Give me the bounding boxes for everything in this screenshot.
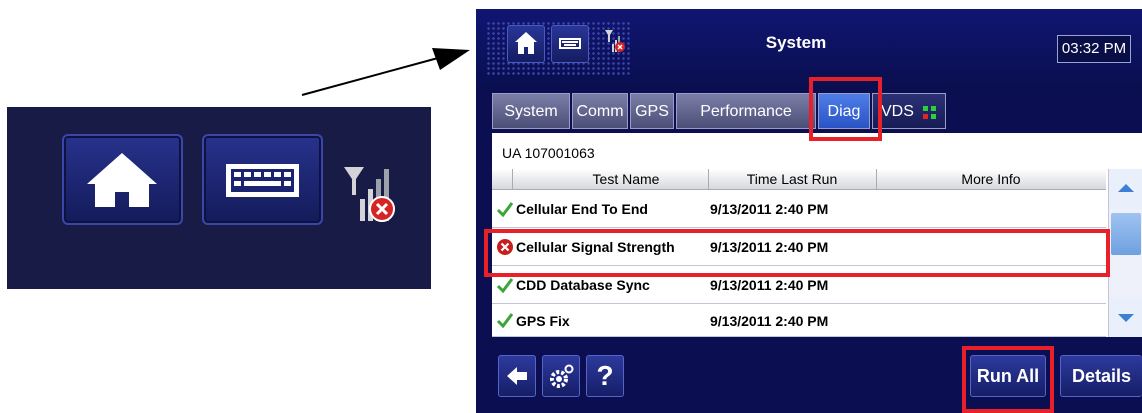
window-title: System <box>765 33 827 52</box>
keyboard-icon <box>559 38 581 49</box>
settings-button[interactable] <box>542 355 580 397</box>
scroll-thumb[interactable] <box>1111 213 1141 255</box>
tab-gps[interactable]: GPS <box>630 93 674 129</box>
check-icon <box>496 202 514 218</box>
column-divider <box>512 169 513 189</box>
home-button[interactable] <box>507 25 545 63</box>
test-time: 9/13/2011 2:40 PM <box>710 239 829 255</box>
chevron-up-icon <box>1118 184 1134 192</box>
diagnostics-panel: UA 107001063 Test Name Time Last Run Mor… <box>492 133 1142 337</box>
help-button[interactable]: ? <box>586 355 624 397</box>
signal-no-connection-icon <box>344 167 395 222</box>
test-name: Cellular End To End <box>516 201 648 217</box>
table-row[interactable]: GPS Fix 9/13/2011 2:40 PM <box>492 304 1106 337</box>
help-label: ? <box>596 360 614 391</box>
check-icon <box>496 313 514 329</box>
keyboard-icon <box>226 164 299 197</box>
unit-id: UA 107001063 <box>502 145 595 161</box>
tab-comm[interactable]: Comm <box>572 93 628 129</box>
back-button[interactable] <box>498 355 536 397</box>
details-button[interactable]: Details <box>1060 355 1142 397</box>
tab-performance[interactable]: Performance <box>676 93 816 129</box>
keyboard-button[interactable] <box>551 25 589 63</box>
device-screen: System 03:32 PM System Comm GPS Performa… <box>476 9 1142 413</box>
column-more-info[interactable]: More Info <box>876 171 1106 187</box>
clock: 03:32 PM <box>1057 35 1131 63</box>
column-test-name[interactable]: Test Name <box>556 171 696 187</box>
scrollbar[interactable] <box>1108 169 1142 337</box>
zoomed-keyboard-button <box>202 134 323 225</box>
arrow-left-icon <box>507 367 527 385</box>
error-icon <box>497 239 513 255</box>
test-name: GPS Fix <box>516 313 570 329</box>
check-icon <box>496 278 514 294</box>
chevron-down-icon <box>1118 314 1134 322</box>
table-header: Test Name Time Last Run More Info <box>492 169 1106 190</box>
test-time: 9/13/2011 2:40 PM <box>710 313 829 329</box>
status-dots-icon <box>923 106 937 120</box>
scroll-down-button[interactable] <box>1109 297 1142 337</box>
test-name: CDD Database Sync <box>516 277 650 293</box>
tab-diag[interactable]: Diag <box>818 93 870 129</box>
test-time: 9/13/2011 2:40 PM <box>710 277 829 293</box>
gear-icon <box>550 364 574 388</box>
zoomed-home-button <box>62 134 183 225</box>
zoomed-toolbar-inset <box>7 107 431 289</box>
signal-no-connection-icon[interactable] <box>604 29 626 53</box>
tab-vds-label: VDS <box>881 103 914 120</box>
test-name: Cellular Signal Strength <box>516 239 675 255</box>
scroll-up-button[interactable] <box>1109 169 1142 209</box>
tab-vds[interactable]: VDS <box>872 93 946 129</box>
tab-system[interactable]: System <box>492 93 570 129</box>
table-row[interactable]: Cellular Signal Strength 9/13/2011 2:40 … <box>492 228 1106 266</box>
column-time-last-run[interactable]: Time Last Run <box>708 171 876 187</box>
top-bar: System 03:32 PM <box>476 9 1142 89</box>
home-icon <box>515 32 537 54</box>
table-row[interactable]: CDD Database Sync 9/13/2011 2:40 PM <box>492 266 1106 304</box>
table-row[interactable]: Cellular End To End 9/13/2011 2:40 PM <box>492 190 1106 228</box>
run-all-button[interactable]: Run All <box>970 355 1046 397</box>
test-time: 9/13/2011 2:40 PM <box>710 201 829 217</box>
home-icon <box>87 153 157 207</box>
